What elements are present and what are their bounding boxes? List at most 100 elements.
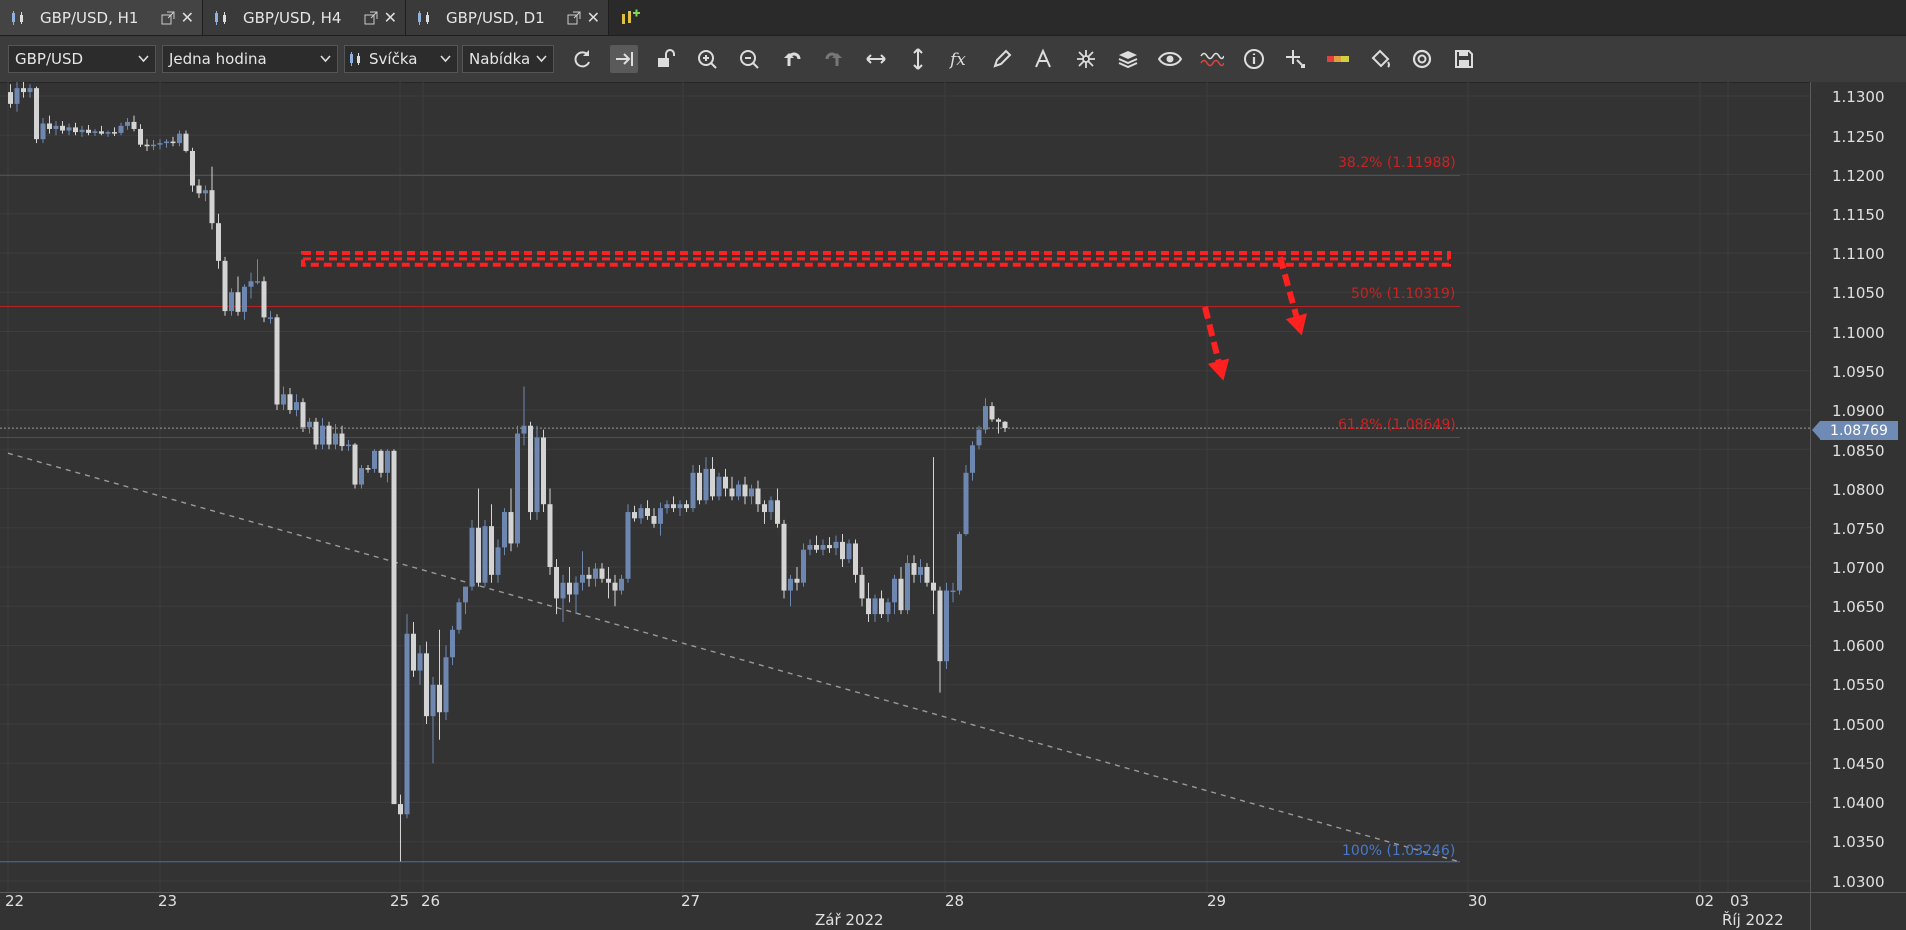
candle-body bbox=[937, 590, 943, 662]
candlestick-icon bbox=[418, 10, 429, 25]
candle-body bbox=[307, 421, 312, 428]
detach-icon[interactable] bbox=[364, 11, 378, 25]
color-bar-button[interactable] bbox=[1324, 45, 1352, 73]
candle-body bbox=[294, 402, 299, 410]
time-axis-label: 25 bbox=[390, 892, 410, 910]
price-type-select[interactable]: Nabídka bbox=[462, 45, 554, 73]
candle-body bbox=[788, 578, 793, 591]
candle-body bbox=[931, 582, 936, 591]
cursor-cross-button[interactable] bbox=[1282, 45, 1310, 73]
time-axis[interactable] bbox=[0, 892, 1810, 930]
candle-body bbox=[554, 567, 559, 599]
time-axis-label: 30 bbox=[1468, 892, 1488, 910]
redo-button[interactable] bbox=[820, 45, 848, 73]
layers-button[interactable] bbox=[1114, 45, 1142, 73]
price-axis-label: 1.0300 bbox=[1832, 873, 1885, 891]
candle-body bbox=[450, 629, 455, 658]
candle-body bbox=[827, 545, 832, 549]
candle-body bbox=[768, 500, 774, 513]
price-axis-label: 1.0550 bbox=[1832, 676, 1885, 694]
candle-body bbox=[749, 488, 754, 497]
candle-body bbox=[281, 394, 286, 405]
detach-icon[interactable] bbox=[161, 11, 175, 25]
price-axis-label: 1.1250 bbox=[1832, 128, 1885, 146]
cursor-cross-icon bbox=[1286, 50, 1305, 68]
undo-button[interactable] bbox=[778, 45, 806, 73]
candle-body bbox=[814, 545, 819, 550]
eye-icon bbox=[1158, 52, 1182, 66]
text-tool-button[interactable] bbox=[1030, 45, 1058, 73]
close-icon[interactable]: ✕ bbox=[384, 8, 397, 27]
candle-body bbox=[729, 488, 735, 497]
candle-body bbox=[411, 633, 416, 671]
paint-bucket-icon bbox=[1371, 49, 1390, 68]
indicator-fx-icon: fx bbox=[948, 50, 966, 70]
visibility-button[interactable] bbox=[1156, 45, 1184, 73]
candle-body bbox=[866, 598, 871, 615]
candle-body bbox=[326, 425, 332, 445]
detach-icon[interactable] bbox=[567, 11, 581, 25]
candle-body bbox=[677, 504, 683, 509]
tab-gbpusd-h1[interactable]: GBP/USD, H1 ✕ bbox=[0, 0, 203, 35]
tab-label: GBP/USD, H4 bbox=[243, 8, 342, 27]
candle-body bbox=[872, 598, 878, 615]
candle-body bbox=[567, 582, 572, 595]
candle-body bbox=[599, 568, 605, 579]
horizontal-resize-button[interactable] bbox=[862, 45, 890, 73]
candle-body bbox=[125, 121, 130, 126]
zoom-out-button[interactable] bbox=[736, 45, 764, 73]
symbol-select[interactable]: GBP/USD bbox=[8, 45, 156, 73]
save-button[interactable] bbox=[1450, 45, 1478, 73]
lock-button[interactable] bbox=[652, 45, 680, 73]
autoscroll-button[interactable] bbox=[610, 45, 638, 73]
candle-body bbox=[164, 141, 169, 144]
undo-icon bbox=[784, 52, 801, 66]
snapshot-button[interactable] bbox=[1408, 45, 1436, 73]
objects-button[interactable] bbox=[1072, 45, 1100, 73]
save-icon bbox=[1455, 50, 1473, 68]
candle-body bbox=[157, 143, 163, 145]
candle-body bbox=[222, 260, 228, 312]
new-chart-icon[interactable] bbox=[619, 8, 641, 28]
candle-body bbox=[34, 88, 39, 140]
candle-body bbox=[911, 563, 917, 575]
trendline bbox=[7, 452, 1459, 863]
close-icon[interactable]: ✕ bbox=[181, 8, 194, 27]
candle-body bbox=[658, 508, 663, 524]
candle-body bbox=[417, 653, 423, 671]
refresh-button[interactable] bbox=[568, 45, 596, 73]
candle-body bbox=[469, 527, 475, 587]
candle-body bbox=[229, 292, 234, 312]
zoom-in-button[interactable] bbox=[694, 45, 722, 73]
candle-body bbox=[242, 286, 247, 312]
candle-body bbox=[99, 131, 104, 134]
candle-body bbox=[898, 578, 904, 611]
price-axis-label: 1.0850 bbox=[1832, 442, 1885, 460]
candle-body bbox=[833, 541, 839, 549]
info-button[interactable] bbox=[1240, 45, 1268, 73]
chart-type-select[interactable]: Svíčka bbox=[344, 45, 458, 73]
paint-button[interactable] bbox=[1366, 45, 1394, 73]
timeframe-select[interactable]: Jedna hodina bbox=[162, 45, 338, 73]
tab-gbpusd-d1[interactable]: GBP/USD, D1 ✕ bbox=[406, 0, 609, 35]
price-chart[interactable] bbox=[0, 82, 1810, 892]
time-axis-label: 22 bbox=[5, 892, 25, 910]
candle-body bbox=[196, 185, 202, 194]
chevron-down-icon bbox=[536, 55, 547, 63]
waves-button[interactable] bbox=[1198, 45, 1226, 73]
candle-body bbox=[60, 125, 65, 131]
candle-body bbox=[547, 504, 553, 567]
tab-gbpusd-h4[interactable]: GBP/USD, H4 ✕ bbox=[203, 0, 406, 35]
indicators-button[interactable]: fx bbox=[946, 45, 974, 73]
vertical-resize-icon bbox=[913, 48, 923, 70]
price-axis-label: 1.1000 bbox=[1832, 324, 1885, 342]
vertical-resize-button[interactable] bbox=[904, 45, 932, 73]
close-icon[interactable]: ✕ bbox=[587, 8, 600, 27]
candles bbox=[8, 82, 1008, 862]
candle-body bbox=[346, 444, 351, 447]
candle-body bbox=[430, 684, 436, 717]
time-axis-label: 29 bbox=[1207, 892, 1227, 910]
draw-button[interactable] bbox=[988, 45, 1016, 73]
candle-body bbox=[710, 468, 715, 497]
candlestick-icon bbox=[215, 10, 226, 25]
